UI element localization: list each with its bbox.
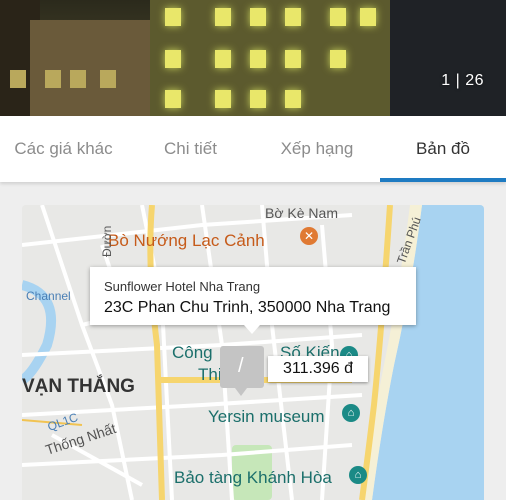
map-label-cong-vien: Công [172,343,213,362]
map-label-yersin-museum: Yersin museum [208,407,325,426]
marker-pin [235,388,247,396]
tab-bar: Các giá khác Chi tiết Xếp hạng Bản đồ [0,116,506,182]
window-light [330,50,346,68]
building-shape [30,20,150,116]
window-light [250,50,266,68]
window-light [285,90,301,108]
map-label-thi: Thi [198,365,222,384]
window-light [10,70,26,88]
map-label-van-thang: VẠN THẮNG [22,376,135,397]
window-light [285,8,301,26]
tab-map[interactable]: Bản đồ [380,116,506,182]
tab-ratings[interactable]: Xếp hạng [254,116,380,182]
tab-details[interactable]: Chi tiết [127,116,254,182]
map-label-duong: Đườn [100,225,114,257]
restaurant-icon: ✕ [300,227,318,245]
window-light [285,50,301,68]
map-view[interactable]: Bờ Kè Nam Bò Nướng Lạc Cảnh ✕ Đườn Trần … [22,205,484,500]
hotel-marker[interactable]: / [220,346,264,388]
museum-icon: ⌂ [342,404,360,422]
museum-icon: ⌂ [349,466,367,484]
window-light [360,8,376,26]
callout-hotel-address: 23C Phan Chu Trinh, 350000 Nha Trang [104,299,391,316]
window-light [250,90,266,108]
map-label-bao-tang: Bảo tàng Khánh Hòa [174,468,332,487]
callout-hotel-name: Sunflower Hotel Nha Trang [104,279,261,294]
hotel-marker-slash-icon: / [238,355,244,377]
window-light [70,70,86,88]
map-label-bo-ke-nam: Bờ Kè Nam [265,205,338,221]
tab-other-prices[interactable]: Các giá khác [0,116,127,182]
map-label-restaurant: Bò Nướng Lạc Cảnh [108,231,265,250]
window-light [45,70,61,88]
callout-pointer [244,325,260,334]
price-tag[interactable]: 311.396 đ [268,356,368,382]
window-light [250,8,266,26]
map-label-channel: Channel [26,289,71,303]
building-shape [390,0,506,116]
window-light [165,50,181,68]
hotel-info-callout[interactable]: Sunflower Hotel Nha Trang 23C Phan Chu T… [90,267,416,325]
photo-counter: 1 | 26 [441,72,484,89]
window-light [215,50,231,68]
window-light [165,90,181,108]
hotel-photo[interactable]: 1 | 26 [0,0,506,116]
window-light [100,70,116,88]
window-light [330,8,346,26]
window-light [215,8,231,26]
building-shape [150,0,390,116]
window-light [165,8,181,26]
window-light [215,90,231,108]
active-tab-indicator [380,178,506,182]
